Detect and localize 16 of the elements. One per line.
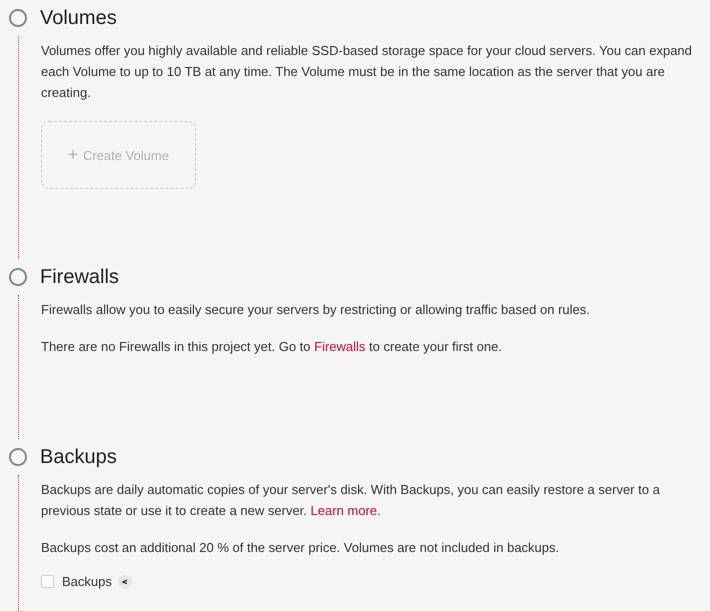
description-text: Volumes offer you highly available and reliable SSD-based storage space for your cloud servers. You can expand each Volume to up to 10 TB at any time. The Volume must be in the same location as the server that you are creating.: [41, 42, 693, 102]
link[interactable]: Learn more.: [310, 503, 381, 518]
step-circle-icon: [9, 268, 27, 286]
section-title: Firewalls: [40, 266, 119, 288]
section-title: Volumes: [40, 6, 117, 30]
step-circle-icon: [9, 448, 27, 466]
info-badge-icon[interactable]: [118, 574, 132, 588]
section-title: Backups: [40, 446, 117, 468]
description-text: Backups are daily automatic copies of your server's disk. With Backups, you can easily restore a server to a previous state or use it to create a new server. Learn more.: [41, 481, 661, 520]
description-text: There are no Firewalls in this project yet. Go to Firewalls to create your first one.: [41, 338, 503, 356]
description-text: Backups cost an additional 20 % of the server price. Volumes are not included in backups.: [41, 539, 560, 557]
description-text: Firewalls allow you to easily secure your servers by restricting or allowing traffic based on rules.: [41, 301, 591, 319]
step-circle-icon: [9, 9, 27, 27]
checkbox-label[interactable]: Backups: [62, 574, 112, 589]
checkbox[interactable]: [41, 575, 54, 588]
link[interactable]: Firewalls: [314, 339, 366, 354]
